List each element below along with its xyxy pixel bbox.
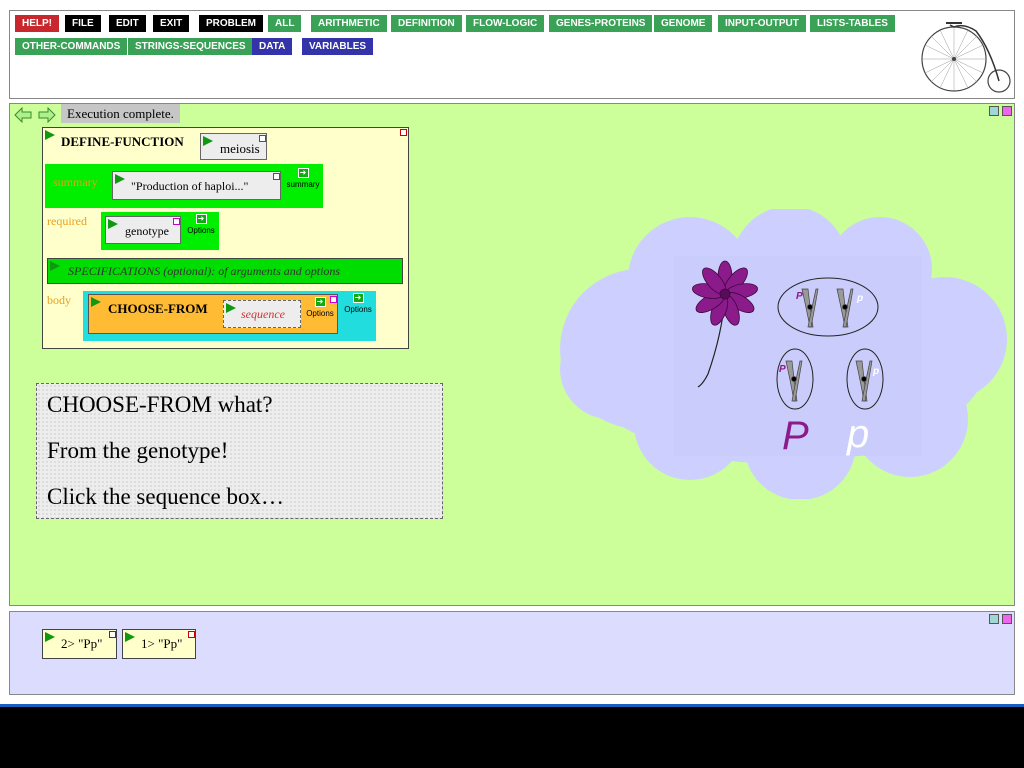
- body-label: body: [47, 293, 71, 307]
- results-panel: 2> "Pp" 1> "Pp": [9, 611, 1015, 695]
- summary-value[interactable]: "Production of haploi...": [131, 179, 248, 194]
- go-arrow-icon: ➜: [314, 297, 326, 307]
- close-icon[interactable]: [1002, 614, 1012, 624]
- result-text: 1> "Pp": [141, 636, 183, 651]
- go-arrow-icon: ➜: [352, 293, 364, 303]
- define-function-box[interactable]: DEFINE-FUNCTION meiosis summary "Product…: [42, 127, 409, 349]
- result-chip[interactable]: 2> "Pp": [42, 629, 117, 659]
- allele-lower-label: p: [846, 412, 869, 456]
- flag-icon[interactable]: [45, 130, 55, 140]
- svg-text:p: p: [856, 293, 863, 304]
- close-box-icon[interactable]: [109, 631, 116, 638]
- specifications-text: SPECIFICATIONS (optional): of arguments …: [68, 264, 341, 278]
- sequence-box[interactable]: sequence: [223, 300, 301, 328]
- close-box-icon[interactable]: [400, 129, 407, 136]
- penny-farthing-logo: [921, 22, 1011, 93]
- required-slot[interactable]: genotype ➜ Options: [101, 212, 219, 250]
- result-text: 2> "Pp": [61, 636, 103, 651]
- choose-options-button[interactable]: ➜ Options: [303, 297, 337, 318]
- svg-text:p: p: [872, 366, 879, 377]
- hint-line-3: Click the sequence box…: [47, 484, 284, 509]
- arithmetic-button[interactable]: ARITHMETIC: [311, 15, 387, 32]
- allele-upper-label: P: [782, 414, 809, 458]
- exit-button[interactable]: EXIT: [153, 15, 190, 32]
- summary-button[interactable]: ➜ summary: [285, 168, 321, 189]
- other-commands-button[interactable]: OTHER-COMMANDS: [15, 38, 128, 55]
- all-button[interactable]: ALL: [268, 15, 302, 32]
- go-arrow-icon: ➜: [195, 214, 207, 224]
- choose-from-keyword: CHOOSE-FROM: [108, 301, 208, 316]
- flag-icon[interactable]: [115, 174, 125, 184]
- close-box-icon[interactable]: [273, 173, 280, 180]
- edit-button[interactable]: EDIT: [109, 15, 146, 32]
- body-options-button[interactable]: ➜ Options: [341, 293, 375, 314]
- svg-text:P: P: [779, 364, 786, 375]
- close-box-icon[interactable]: [173, 218, 180, 225]
- minimize-icon[interactable]: [989, 614, 999, 624]
- flag-icon[interactable]: [108, 219, 118, 229]
- flag-icon[interactable]: [45, 632, 55, 642]
- close-box-icon[interactable]: [259, 135, 266, 142]
- flag-icon[interactable]: [125, 632, 135, 642]
- required-options-button[interactable]: ➜ Options: [185, 214, 217, 235]
- summary-slot[interactable]: summary "Production of haploi..." ➜ summ…: [45, 164, 323, 208]
- specifications-bar[interactable]: SPECIFICATIONS (optional): of arguments …: [47, 258, 403, 284]
- problem-button[interactable]: PROBLEM: [199, 15, 263, 32]
- flag-icon[interactable]: [226, 303, 236, 313]
- result-chip[interactable]: 1> "Pp": [122, 629, 196, 659]
- definition-button[interactable]: DEFINITION: [391, 15, 462, 32]
- genome-button[interactable]: GENOME: [654, 15, 713, 32]
- genotype-value[interactable]: genotype: [125, 224, 169, 239]
- summary-value-box[interactable]: "Production of haploi...": [112, 171, 281, 200]
- data-button[interactable]: DATA: [252, 38, 293, 55]
- screen-bottom: [0, 707, 1024, 768]
- sequence-placeholder[interactable]: sequence: [241, 307, 285, 322]
- variables-button[interactable]: VARIABLES: [302, 38, 374, 55]
- go-arrow-icon: ➜: [297, 168, 309, 178]
- flag-icon[interactable]: [203, 136, 213, 146]
- forward-arrow-icon[interactable]: [38, 107, 56, 123]
- meiosis-cloud-illustration: P p P p P p: [560, 209, 1007, 499]
- close-box-icon[interactable]: [188, 631, 195, 638]
- hint-line-2: From the genotype!: [47, 438, 229, 463]
- genes-proteins-button[interactable]: GENES-PROTEINS: [549, 15, 653, 32]
- body-slot[interactable]: CHOOSE-FROM sequence ➜ Options ➜ Options: [83, 291, 376, 341]
- function-name[interactable]: meiosis: [220, 141, 260, 157]
- minimize-icon[interactable]: [989, 106, 999, 116]
- file-button[interactable]: FILE: [65, 15, 101, 32]
- strings-sequences-button[interactable]: STRINGS-SEQUENCES: [128, 38, 253, 55]
- lists-tables-button[interactable]: LISTS-TABLES: [810, 15, 895, 32]
- genotype-box[interactable]: genotype: [105, 216, 181, 244]
- flag-icon[interactable]: [50, 261, 60, 271]
- status-message: Execution complete.: [61, 104, 180, 123]
- close-icon[interactable]: [1002, 106, 1012, 116]
- back-arrow-icon[interactable]: [14, 107, 32, 123]
- workspace-panel: Execution complete. DEFINE-FUNCTION meio…: [9, 103, 1015, 606]
- input-output-button[interactable]: INPUT-OUTPUT: [718, 15, 806, 32]
- flow-logic-button[interactable]: FLOW-LOGIC: [466, 15, 545, 32]
- command-toolbar: HELP! FILE EDIT EXIT PROBLEM ALL ARITHME…: [9, 10, 1015, 99]
- flag-icon[interactable]: [91, 297, 101, 307]
- hint-card: CHOOSE-FROM what? From the genotype! Cli…: [36, 383, 443, 519]
- define-function-keyword: DEFINE-FUNCTION: [61, 134, 184, 149]
- required-label: required: [47, 214, 87, 228]
- hint-line-1: CHOOSE-FROM what?: [47, 392, 273, 417]
- function-name-box[interactable]: meiosis: [200, 133, 267, 160]
- choose-from-box[interactable]: CHOOSE-FROM sequence ➜ Options: [88, 294, 338, 334]
- help-button[interactable]: HELP!: [15, 15, 59, 32]
- summary-label: summary: [53, 175, 98, 189]
- svg-text:P: P: [796, 291, 803, 302]
